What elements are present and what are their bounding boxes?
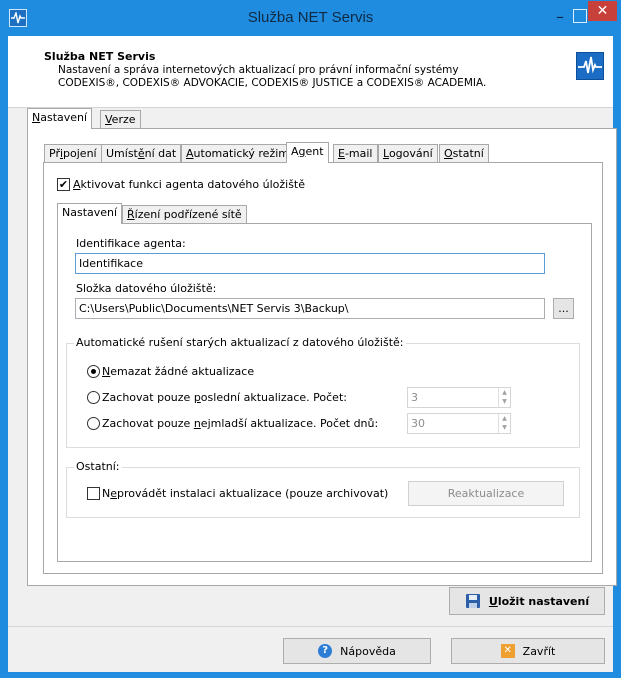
tab-ostatni[interactable]: Ostatní	[439, 144, 489, 163]
maximize-button[interactable]	[573, 9, 587, 23]
radio-keep-newest[interactable]	[87, 417, 100, 430]
tab-email[interactable]: E-mail	[333, 144, 378, 163]
spin-up-icon[interactable]: ▲	[502, 389, 507, 396]
keep-newest-spinner[interactable]: ▲ ▼	[498, 414, 510, 433]
window-title: Služba NET Servis	[247, 9, 374, 26]
close-label: Zavřít	[522, 644, 556, 658]
radio-keep-last-label[interactable]: Zachovat pouze poslední aktualizace. Poč…	[102, 391, 347, 404]
reupdate-button[interactable]: Reaktualizace	[408, 481, 564, 506]
header-description-line1: Nastavení a správa internetových aktuali…	[58, 64, 459, 76]
help-label: Nápověda	[340, 644, 396, 658]
radio-keep-newest-label[interactable]: Zachovat pouze nejmladší aktualizace. Po…	[102, 417, 378, 430]
keep-newest-days-input[interactable]: 30	[407, 413, 511, 434]
close-icon: ✕	[500, 644, 515, 658]
tab-nastaveni[interactable]: Nastavení	[27, 108, 93, 129]
other-group-label: Ostatní:	[74, 460, 122, 473]
save-settings-label: Uložit nastavení	[488, 594, 590, 608]
enable-agent-label[interactable]: Aktivovat funkci agenta datového úložišt…	[73, 178, 305, 191]
radio-keep-all[interactable]	[87, 365, 100, 378]
tab-network-control[interactable]: Řízení podřízené sítě	[122, 205, 247, 224]
storage-folder-label: Složka datového úložiště:	[76, 282, 217, 295]
tab-automaticky-rezim[interactable]: Automatický režim	[181, 144, 294, 163]
minimize-button[interactable]: –	[553, 8, 567, 26]
help-button[interactable]: ? Nápověda	[283, 638, 431, 664]
close-window-button[interactable]: ✕	[588, 1, 617, 21]
storage-folder-input[interactable]: C:\Users\Public\Documents\NET Servis 3\B…	[75, 298, 545, 319]
header-title: Služba NET Servis	[44, 50, 156, 63]
keep-last-spinner[interactable]: ▲ ▼	[498, 388, 510, 407]
tab-verze[interactable]: Verze	[100, 110, 141, 129]
enable-agent-checkbox[interactable]: ✔	[57, 178, 70, 191]
spin-up-icon[interactable]: ▲	[502, 415, 507, 422]
radio-keep-last[interactable]	[87, 391, 100, 404]
pulse-logo-icon	[576, 52, 604, 80]
keep-last-count-input[interactable]: 3	[407, 387, 511, 408]
auto-delete-group-label: Automatické rušení starých aktualizací z…	[74, 336, 406, 349]
tab-agent[interactable]: Agent	[286, 142, 329, 163]
help-icon: ?	[318, 644, 333, 658]
agent-id-input[interactable]: Identifikace	[75, 253, 545, 274]
tab-umisteni-dat[interactable]: Umístění dat	[101, 144, 182, 163]
tab-logovani[interactable]: Logování	[378, 144, 438, 163]
browse-folder-button[interactable]: ...	[553, 298, 574, 319]
save-settings-button[interactable]: Uložit nastavení	[449, 587, 605, 615]
radio-keep-all-label[interactable]: Nemazat žádné aktualizace	[102, 365, 254, 378]
agent-id-label: Identifikace agenta:	[76, 237, 186, 250]
spin-down-icon[interactable]: ▼	[502, 424, 507, 431]
header-description-line2: CODEXIS®, CODEXIS® ADVOKACIE, CODEXIS® J…	[58, 77, 487, 89]
no-install-checkbox[interactable]	[87, 487, 100, 500]
spin-down-icon[interactable]: ▼	[502, 398, 507, 405]
save-disk-icon	[465, 594, 480, 608]
no-install-label[interactable]: Neprovádět instalaci aktualizace (pouze …	[102, 487, 388, 500]
close-button[interactable]: ✕ Zavřít	[451, 638, 605, 664]
tab-agent-settings[interactable]: Nastavení	[57, 203, 123, 224]
tab-pripojeni[interactable]: Připojení	[44, 144, 102, 163]
